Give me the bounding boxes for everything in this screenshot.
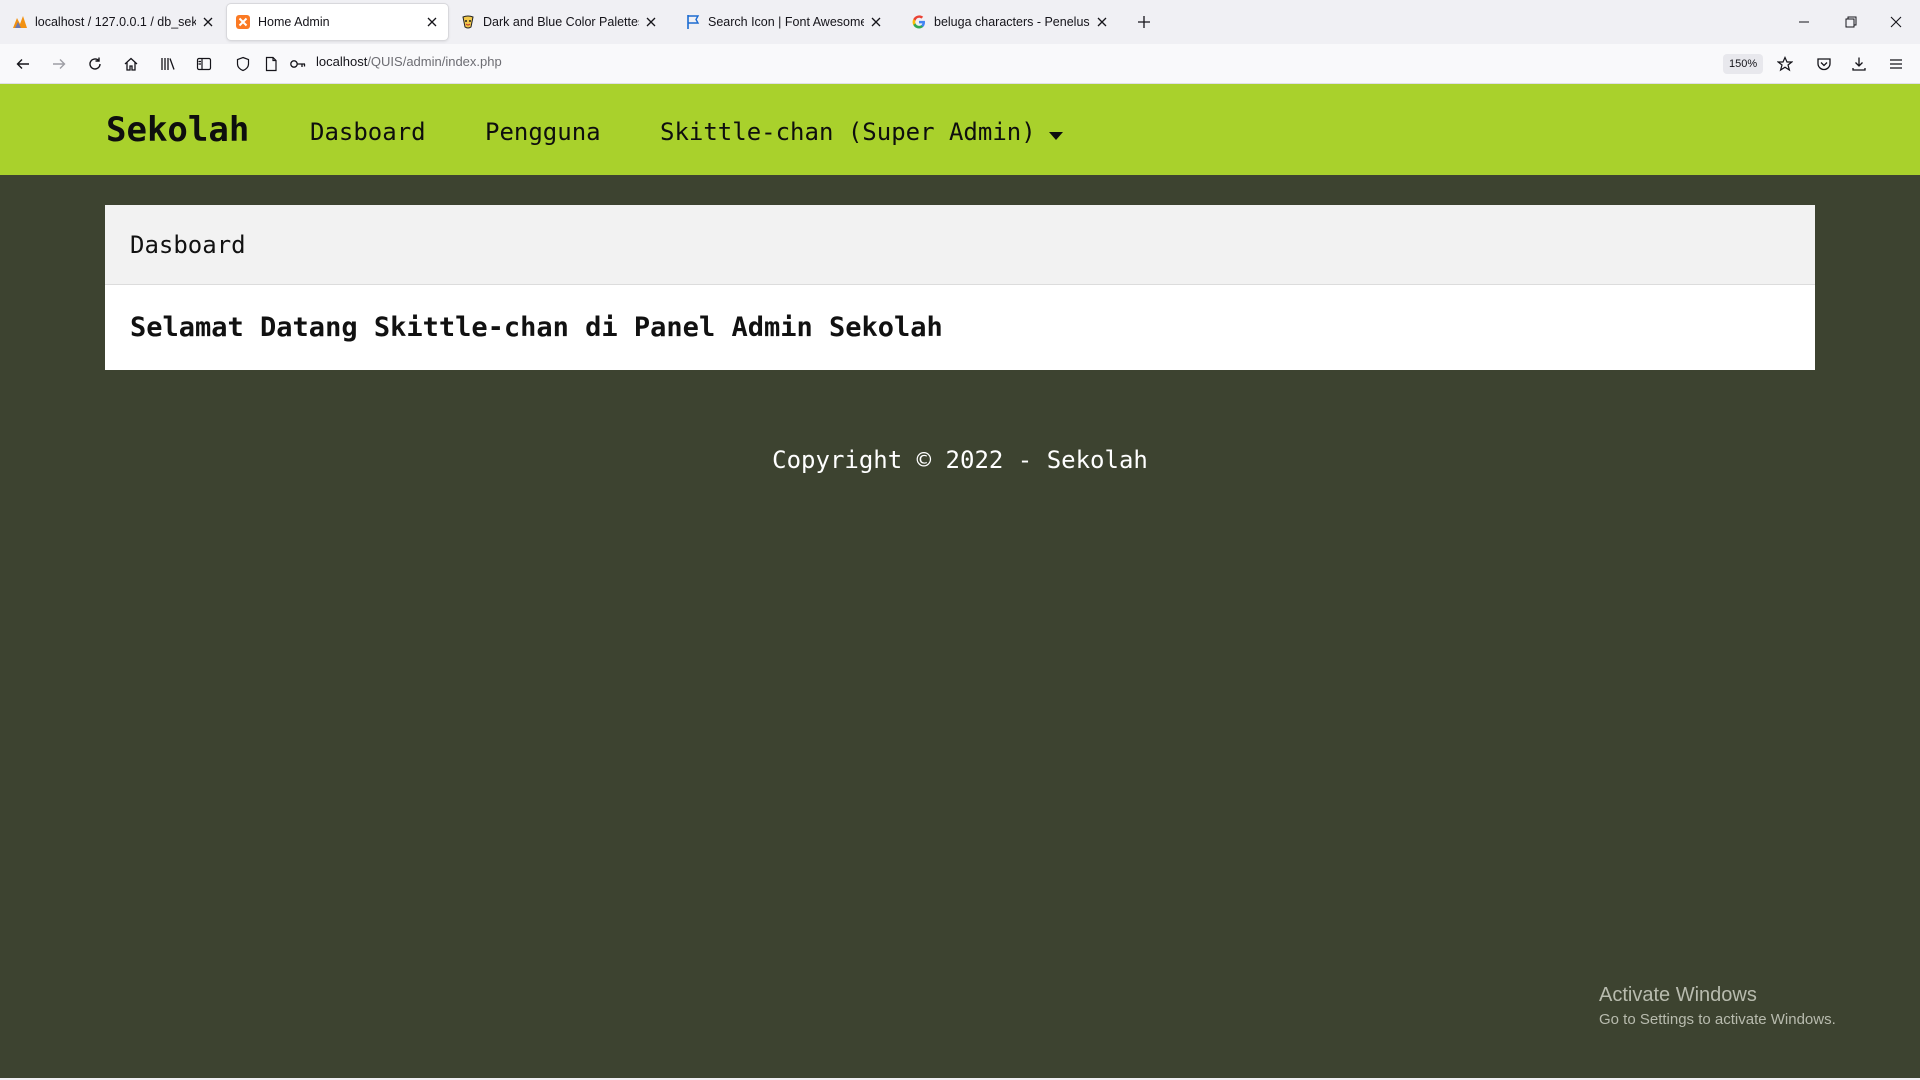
coolors-icon: [460, 14, 476, 30]
home-button[interactable]: [119, 52, 143, 76]
close-tab-icon[interactable]: [868, 14, 884, 30]
pocket-icon[interactable]: [1812, 52, 1836, 76]
zoom-level-badge[interactable]: 150%: [1723, 54, 1764, 74]
nav-pengguna[interactable]: Pengguna: [485, 118, 601, 146]
app-menu-icon[interactable]: [1884, 52, 1908, 76]
card-title: Dasboard: [105, 205, 1815, 285]
back-button[interactable]: [11, 52, 35, 76]
site-brand[interactable]: Sekolah: [106, 110, 249, 150]
tab-bar: localhost / 127.0.0.1 / db_sekola Home A…: [0, 0, 1920, 44]
site-navbar: Sekolah Dasboard Pengguna Skittle-chan (…: [0, 84, 1920, 175]
address-bar[interactable]: localhost/QUIS/admin/index.php: [316, 54, 502, 69]
url-path: /QUIS/admin/index.php: [367, 54, 502, 69]
library-icon[interactable]: [156, 52, 180, 76]
browser-toolbar: localhost/QUIS/admin/index.php 150%: [0, 44, 1920, 84]
xampp-icon: [235, 14, 251, 30]
tracking-protection-shield-icon[interactable]: [231, 52, 255, 76]
tab-color-palettes[interactable]: Dark and Blue Color Palettes - C: [452, 4, 667, 40]
downloads-icon[interactable]: [1847, 52, 1871, 76]
tab-home-admin[interactable]: Home Admin: [227, 4, 448, 40]
sidebar-toggle-icon[interactable]: [192, 52, 216, 76]
footer-copyright: Copyright © 2022 - Sekolah: [772, 446, 1148, 474]
url-host: localhost: [316, 54, 368, 69]
windows-activation-watermark: Activate Windows Go to Settings to activ…: [1599, 984, 1836, 1028]
tab-title: beluga characters - Penelusuran: [934, 15, 1090, 29]
nav-account-dropdown[interactable]: Skittle-chan (Super Admin): [660, 118, 1064, 147]
reload-button[interactable]: [83, 52, 107, 76]
welcome-heading: Selamat Datang Skittle-chan di Panel Adm…: [130, 312, 943, 343]
close-tab-icon[interactable]: [200, 14, 216, 30]
close-tab-icon[interactable]: [643, 14, 659, 30]
account-name: Skittle-chan (Super Admin): [660, 118, 1036, 146]
new-tab-button[interactable]: [1134, 12, 1154, 32]
close-window-button[interactable]: [1882, 10, 1910, 34]
watermark-title: Activate Windows: [1599, 984, 1757, 1006]
close-tab-icon[interactable]: [424, 14, 440, 30]
tab-title: Search Icon | Font Awesome: [708, 15, 864, 29]
nav-dasboard[interactable]: Dasboard: [310, 118, 426, 146]
page-info-icon[interactable]: [259, 52, 283, 76]
tab-phpmyadmin[interactable]: localhost / 127.0.0.1 / db_sekola: [4, 4, 224, 40]
bookmark-star-icon[interactable]: [1773, 52, 1797, 76]
watermark-subtitle: Go to Settings to activate Windows.: [1599, 1011, 1836, 1028]
tab-title: localhost / 127.0.0.1 / db_sekola: [35, 15, 196, 29]
restore-button[interactable]: [1837, 10, 1865, 34]
key-icon[interactable]: [286, 52, 310, 76]
google-icon: [911, 14, 927, 30]
tab-font-awesome[interactable]: Search Icon | Font Awesome: [677, 4, 892, 40]
tab-title: Home Admin: [258, 15, 330, 29]
tab-title: Dark and Blue Color Palettes - C: [483, 15, 639, 29]
minimize-button[interactable]: [1790, 10, 1818, 34]
dashboard-card: Dasboard Selamat Datang Skittle-chan di …: [105, 205, 1815, 370]
close-tab-icon[interactable]: [1094, 14, 1110, 30]
tab-google-search[interactable]: beluga characters - Penelusuran: [903, 4, 1118, 40]
caret-down-icon: [1048, 119, 1064, 147]
font-awesome-flag-icon: [685, 14, 701, 30]
forward-button[interactable]: [47, 52, 71, 76]
phpmyadmin-icon: [12, 14, 28, 30]
